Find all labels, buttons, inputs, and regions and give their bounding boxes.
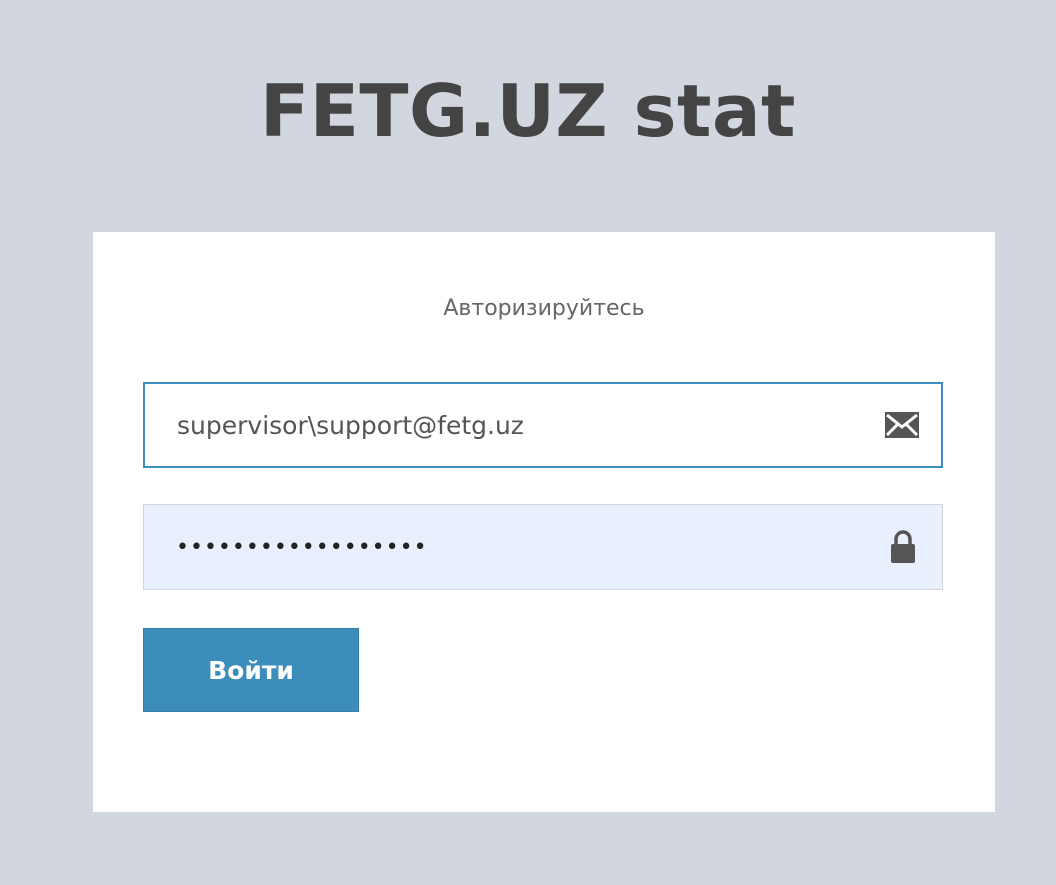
login-box-message: Авторизируйтесь	[443, 296, 645, 321]
email-input[interactable]	[145, 384, 941, 466]
envelope-icon	[883, 406, 921, 444]
lock-icon	[884, 528, 922, 566]
app-logo[interactable]: FETG.UZ stat	[0, 66, 1056, 156]
page-background: FETG.UZ stat Авторизируйтесь supervisor\…	[0, 0, 1056, 885]
password-field[interactable]	[143, 504, 943, 590]
password-input[interactable]	[144, 505, 942, 589]
signin-button[interactable]: Войти	[143, 628, 359, 712]
login-box: Авторизируйтесь Войти	[93, 232, 995, 812]
email-field[interactable]	[143, 382, 943, 468]
